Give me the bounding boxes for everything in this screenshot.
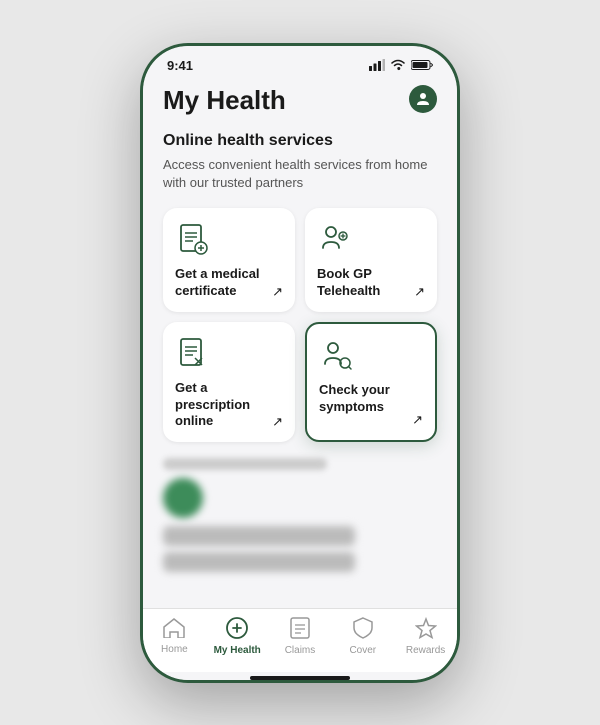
battery-icon [411,59,433,71]
nav-item-home[interactable]: Home [150,618,198,655]
phone-screen: 9:41 [143,46,457,680]
wifi-icon [390,59,406,71]
arrow-icon-book-gp: ↗ [414,284,425,300]
services-grid: Get a medical certificate ↗ B [163,208,437,442]
header-row: My Health [163,85,437,116]
nav-label-cover: Cover [349,645,376,656]
main-content: My Health Online health services Access … [143,77,457,608]
service-card-book-gp[interactable]: Book GP Telehealth ↗ [305,208,437,312]
nav-item-claims[interactable]: Claims [276,617,324,656]
bottom-nav: Home My Health [143,608,457,672]
blur-circle [163,478,203,518]
medical-cert-icon [175,222,211,258]
claims-icon [290,617,310,643]
service-card-symptoms[interactable]: Check your symptoms ↗ [305,322,437,443]
phone-frame: 9:41 [140,43,460,683]
status-bar: 9:41 [143,46,457,77]
section-subtitle: Access convenient health services from h… [163,156,437,192]
home-indicator [250,676,350,680]
my-health-icon [226,617,248,643]
nav-item-cover[interactable]: Cover [339,617,387,656]
page-title: My Health [163,85,286,116]
nav-label-home: Home [161,644,188,655]
service-card-prescription[interactable]: Get a prescription online ↗ [163,322,295,443]
status-icons [369,59,433,71]
home-icon [163,618,185,642]
blur-block-2 [163,552,355,572]
blur-block-1 [163,526,355,546]
arrow-icon-medical-certificate: ↗ [272,284,283,300]
profile-icon[interactable] [409,85,437,113]
signal-icon [369,59,385,71]
blurred-section [163,458,437,572]
status-time: 9:41 [167,58,193,73]
blur-line-1 [163,458,327,470]
symptoms-icon [319,338,355,374]
cover-icon [352,617,374,643]
arrow-icon-prescription: ↗ [272,414,283,430]
service-card-medical-certificate[interactable]: Get a medical certificate ↗ [163,208,295,312]
section-title: Online health services [163,132,437,150]
section-header: Online health services Access convenient… [163,132,437,192]
nav-label-my-health: My Health [214,645,261,656]
nav-label-claims: Claims [285,645,316,656]
service-label-medical-certificate: Get a medical certificate [175,266,283,300]
arrow-icon-symptoms: ↗ [412,412,423,428]
telehealth-icon [317,222,353,258]
rewards-icon [415,617,437,643]
nav-label-rewards: Rewards [406,645,445,656]
nav-item-rewards[interactable]: Rewards [402,617,450,656]
service-label-prescription: Get a prescription online [175,380,283,431]
prescription-icon [175,336,211,372]
nav-item-my-health[interactable]: My Health [213,617,261,656]
service-label-book-gp: Book GP Telehealth [317,266,425,300]
service-label-symptoms: Check your symptoms [319,382,423,416]
